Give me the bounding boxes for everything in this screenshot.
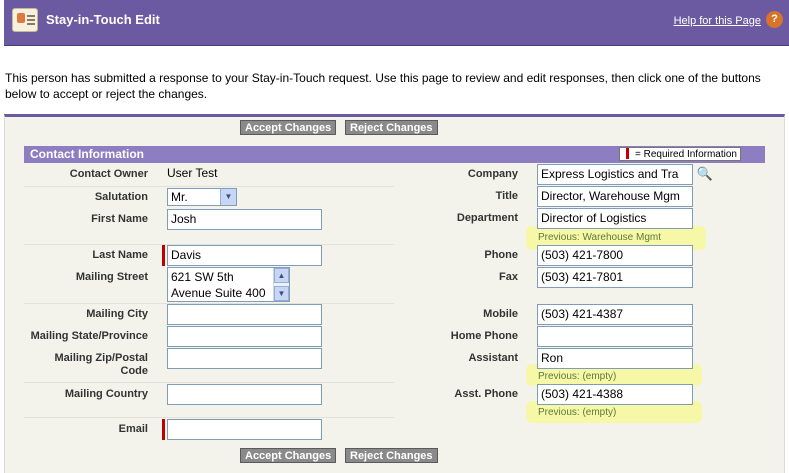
page-header: Stay-in-Touch Edit Help for this Page ? — [4, 0, 789, 46]
scrollbar[interactable]: ▲ ▼ — [273, 268, 289, 301]
required-marker — [162, 419, 165, 440]
required-legend-text: = Required Information — [634, 149, 737, 160]
email-label: Email — [118, 423, 148, 435]
scroll-up-icon[interactable]: ▲ — [274, 268, 289, 283]
mailing-state-label: Mailing State/Province — [30, 330, 148, 342]
search-icon[interactable]: 🔍 — [696, 166, 714, 182]
department-field[interactable]: Director of Logistics — [537, 208, 693, 229]
title-label: Title — [495, 190, 518, 202]
company-field[interactable]: Express Logistics and Tra — [537, 164, 693, 185]
contact-owner-label: Contact Owner — [69, 168, 148, 180]
mailing-street-line1: 621 SW 5th — [171, 270, 234, 284]
reject-changes-button-bottom[interactable]: Reject Changes — [345, 448, 438, 463]
section-title: Contact Information — [30, 147, 144, 161]
required-marker — [625, 148, 629, 159]
accept-changes-button-top[interactable]: Accept Changes — [240, 120, 337, 135]
email-field[interactable] — [167, 419, 322, 440]
assistant-label: Assistant — [468, 352, 518, 364]
mailing-state-field[interactable] — [167, 326, 322, 347]
mobile-label: Mobile — [483, 308, 518, 320]
help-icon[interactable]: ? — [766, 11, 783, 28]
first-name-field[interactable]: Josh — [167, 209, 322, 230]
chevron-down-icon[interactable]: ▼ — [220, 189, 236, 205]
mailing-city-label: Mailing City — [86, 308, 148, 320]
asst-phone-previous-value: Previous: (empty) — [538, 407, 617, 418]
salutation-value: Mr. — [171, 190, 188, 204]
department-label: Department — [456, 212, 518, 224]
salutation-label: Salutation — [94, 191, 148, 203]
mailing-zip-label: Mailing Zip/Postal Code — [24, 352, 148, 378]
contact-owner-value: User Test — [167, 166, 218, 180]
assistant-previous-value: Previous: (empty) — [538, 371, 617, 382]
accept-changes-button-bottom[interactable]: Accept Changes — [240, 448, 337, 463]
mailing-street-line2: Avenue Suite 400 — [171, 286, 266, 300]
section-header: Contact Information = Required Informati… — [24, 146, 765, 163]
required-marker — [162, 245, 165, 266]
stay-in-touch-icon — [12, 8, 38, 32]
title-field[interactable]: Director, Warehouse Mgm — [537, 186, 693, 207]
row-divider — [24, 382, 394, 383]
scroll-down-icon[interactable]: ▼ — [274, 286, 289, 301]
company-label: Company — [467, 168, 518, 180]
mailing-city-field[interactable] — [167, 304, 322, 325]
mailing-country-field[interactable] — [167, 384, 322, 405]
row-divider — [24, 417, 394, 418]
asst-phone-field[interactable]: (503) 421-4388 — [537, 384, 693, 405]
assistant-field[interactable]: Ron — [537, 348, 693, 369]
first-name-label: First Name — [91, 213, 148, 225]
fax-label: Fax — [499, 271, 518, 283]
mailing-street-textarea[interactable]: 621 SW 5th Avenue Suite 400 ▲ ▼ — [167, 267, 290, 302]
phone-label: Phone — [484, 249, 518, 261]
asst-phone-label: Asst. Phone — [454, 388, 518, 400]
department-previous-value: Previous: Warehouse Mgmt — [538, 232, 662, 243]
reject-changes-button-top[interactable]: Reject Changes — [345, 120, 438, 135]
mailing-zip-label-line2: Code — [120, 365, 149, 377]
mailing-country-label: Mailing Country — [64, 388, 148, 400]
last-name-field[interactable]: Davis — [167, 245, 322, 266]
home-phone-field[interactable] — [537, 326, 693, 347]
intro-text: This person has submitted a response to … — [5, 71, 761, 101]
mobile-field[interactable]: (503) 421-4387 — [537, 304, 693, 325]
last-name-label: Last Name — [92, 249, 148, 261]
salutation-select[interactable]: Mr. ▼ — [167, 188, 237, 206]
help-link[interactable]: Help for this Page — [674, 15, 761, 27]
mailing-zip-label-line1: Mailing Zip/Postal — [54, 352, 148, 364]
page-title: Stay-in-Touch Edit — [46, 12, 160, 27]
home-phone-label: Home Phone — [450, 330, 518, 342]
required-legend: = Required Information — [618, 147, 741, 161]
row-divider — [24, 186, 394, 187]
mailing-street-label: Mailing Street — [75, 271, 148, 283]
fax-field[interactable]: (503) 421-7801 — [537, 267, 693, 288]
phone-field[interactable]: (503) 421-7800 — [537, 245, 693, 266]
mailing-zip-field[interactable] — [167, 348, 322, 369]
